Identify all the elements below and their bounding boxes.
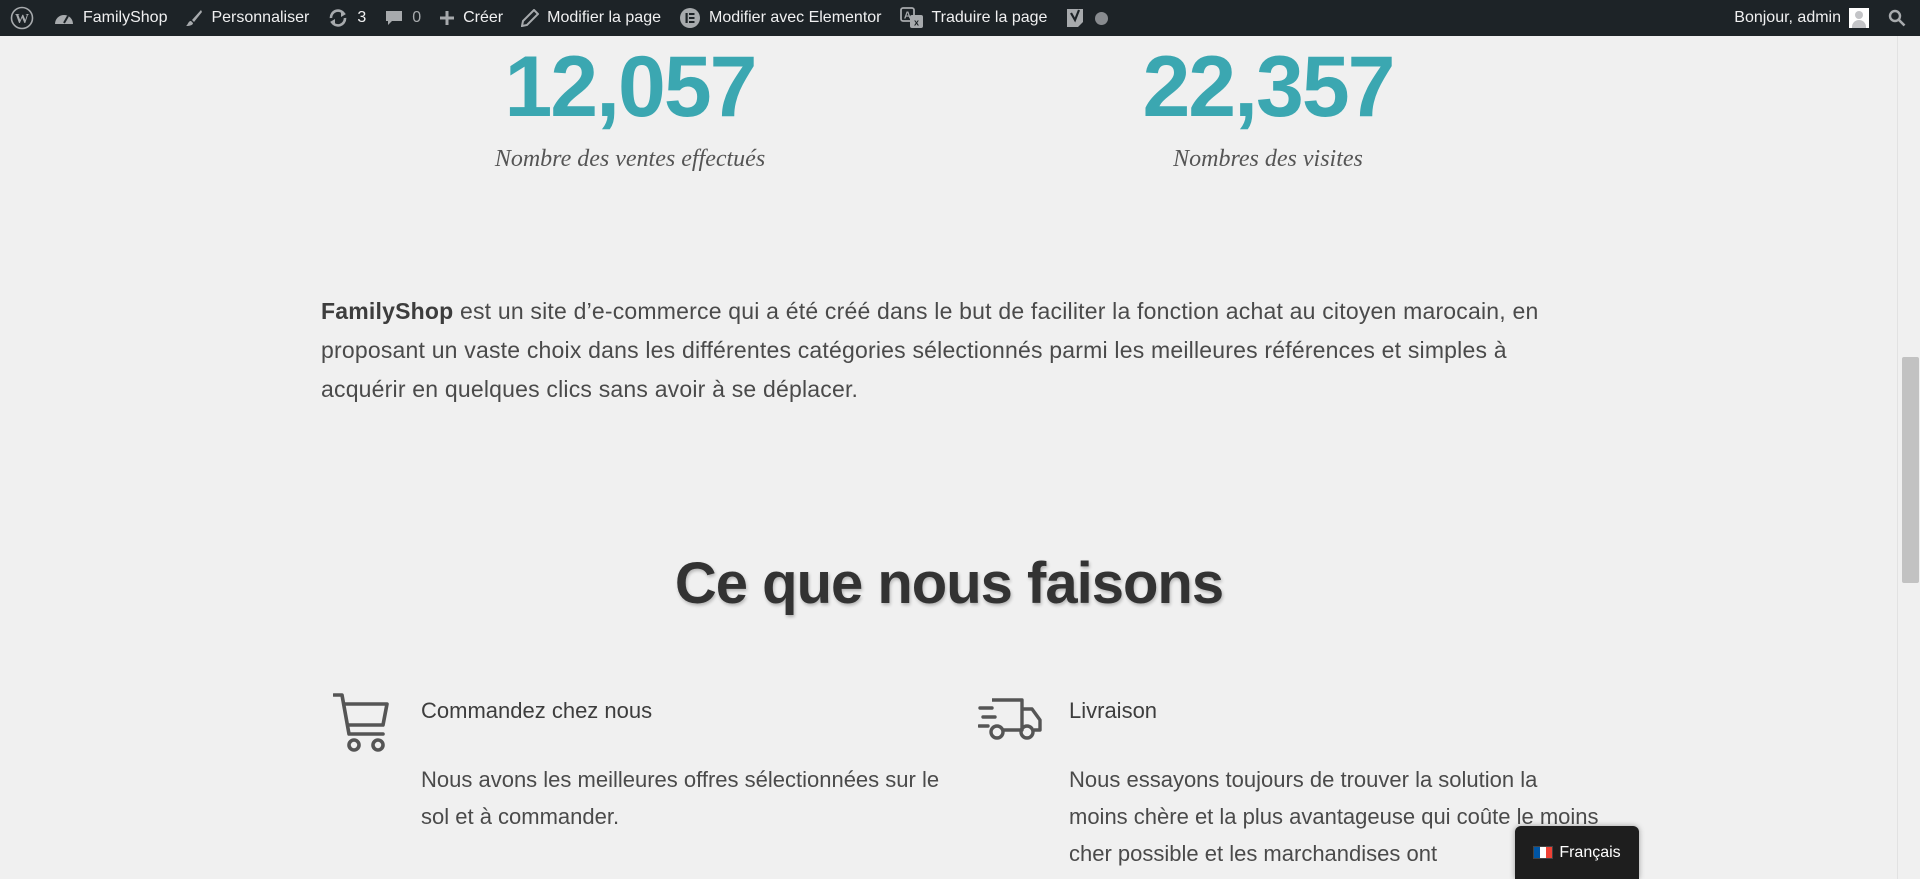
svg-text:W: W	[15, 12, 29, 27]
page-scrollbar[interactable]	[1897, 36, 1920, 879]
yoast-seo-menu[interactable]	[1056, 0, 1127, 36]
my-account-menu[interactable]: Bonjour, admin	[1725, 0, 1878, 36]
scrollbar-thumb[interactable]	[1902, 357, 1919, 583]
site-name-label: FamilyShop	[83, 9, 168, 26]
site-name-menu[interactable]: FamilyShop	[44, 0, 176, 36]
customize-link[interactable]: Personnaliser	[176, 0, 318, 36]
updates-link[interactable]: 3	[318, 0, 375, 36]
plus-icon	[439, 10, 455, 26]
feature-order: Commandez chez nous Nous avons les meill…	[332, 692, 953, 879]
sales-counter: 12,057 Nombre des ventes effectués	[430, 44, 830, 173]
feature-order-text: Nous avons les meilleures offres sélecti…	[421, 767, 940, 829]
wordpress-logo-button[interactable]: W	[0, 0, 44, 36]
sales-count-value: 12,057	[504, 39, 757, 135]
wp-admin-bar: W FamilyShop Personnaliser 3 0 Créer Mod…	[0, 0, 1920, 36]
seo-score-dot	[1095, 11, 1109, 25]
admin-search-button[interactable]	[1878, 0, 1920, 36]
intro-paragraph: FamilyShop est un site d’e-commerce qui …	[321, 292, 1591, 409]
translate-page-label: Traduire la page	[931, 9, 1048, 26]
updates-count: 3	[357, 9, 367, 26]
edit-elementor-link[interactable]: Modifier avec Elementor	[670, 0, 891, 36]
svg-text:x: x	[913, 18, 918, 28]
comments-count: 0	[412, 9, 422, 26]
shopping-cart-icon	[332, 692, 391, 759]
section-title: Ce que nous faisons	[674, 551, 1224, 616]
feature-order-title: Commandez chez nous	[421, 698, 653, 723]
edit-elementor-label: Modifier avec Elementor	[708, 9, 882, 26]
updates-icon	[327, 9, 349, 27]
dashboard-icon	[53, 9, 75, 27]
search-icon	[1888, 9, 1906, 27]
translate-page-link[interactable]: Ax Traduire la page	[891, 0, 1057, 36]
translate-icon: Ax	[899, 7, 924, 29]
visits-count-value: 22,357	[1142, 39, 1395, 135]
new-content-menu[interactable]: Créer	[430, 0, 512, 36]
customize-label: Personnaliser	[211, 9, 310, 26]
pencil-icon	[521, 9, 540, 27]
intro-text: est un site d’e-commerce qui a été créé …	[321, 298, 1539, 402]
intro-brand: FamilyShop	[321, 298, 454, 324]
yoast-icon	[1065, 7, 1085, 29]
avatar	[1849, 8, 1869, 28]
sales-count-caption: Nombre des ventes effectués	[494, 146, 766, 172]
edit-page-label: Modifier la page	[547, 9, 661, 26]
language-label: Français	[1559, 843, 1621, 861]
new-content-label: Créer	[463, 9, 504, 26]
france-flag-icon	[1533, 846, 1554, 859]
delivery-truck-icon	[977, 692, 1044, 751]
edit-page-link[interactable]: Modifier la page	[512, 0, 670, 36]
visits-counter: 22,357 Nombres des visites	[1068, 44, 1468, 173]
elementor-icon	[679, 7, 701, 29]
comments-link[interactable]: 0	[375, 0, 430, 36]
language-switcher[interactable]: Français	[1515, 826, 1639, 879]
feature-delivery-title: Livraison	[1069, 698, 1158, 723]
wordpress-icon: W	[10, 6, 34, 30]
paintbrush-icon	[185, 9, 203, 27]
greeting-label: Bonjour, admin	[1734, 9, 1841, 26]
visits-count-caption: Nombres des visites	[1173, 146, 1363, 172]
comment-icon	[384, 9, 404, 27]
